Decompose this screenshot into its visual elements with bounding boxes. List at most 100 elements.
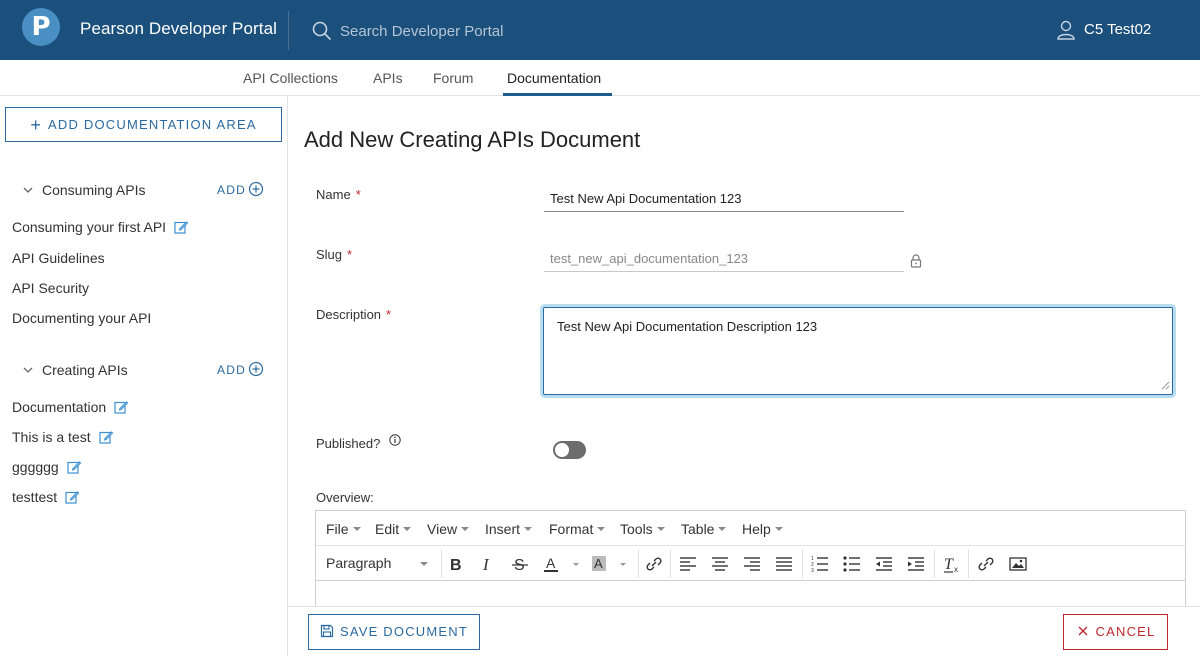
- slug-field[interactable]: [544, 246, 904, 272]
- dropdown-caret-icon: [403, 527, 412, 531]
- svg-text:I: I: [482, 555, 490, 573]
- chevron-down-icon[interactable]: [420, 562, 428, 566]
- chevron-down-icon[interactable]: [22, 364, 34, 376]
- published-toggle[interactable]: [553, 441, 586, 459]
- menu-format[interactable]: Format: [549, 521, 606, 537]
- sidebar-group-consuming-apis[interactable]: Consuming APIs ADD: [22, 181, 272, 202]
- sidebar-item-api-guidelines[interactable]: API Guidelines: [12, 250, 105, 266]
- add-document-link[interactable]: ADD: [217, 363, 246, 377]
- user-menu-name[interactable]: C5 Test02: [1084, 21, 1151, 38]
- edit-icon[interactable]: [174, 220, 189, 234]
- dropdown-caret-icon: [656, 527, 665, 531]
- name-field[interactable]: [544, 186, 904, 212]
- add-circle-icon[interactable]: [248, 181, 264, 197]
- active-tab-indicator: [503, 93, 612, 96]
- description-label-text: Description: [316, 307, 382, 322]
- italic-icon[interactable]: I: [478, 555, 498, 573]
- bullet-list-icon[interactable]: [842, 555, 862, 573]
- unlink-icon[interactable]: [976, 555, 996, 573]
- top-navigation-bar: P Pearson Developer Portal C5 Test02: [0, 0, 1200, 60]
- portal-title[interactable]: Pearson Developer Portal: [80, 19, 277, 39]
- overview-field-label: Overview:: [316, 490, 374, 505]
- user-icon[interactable]: [1056, 20, 1076, 40]
- info-icon[interactable]: [389, 434, 401, 446]
- sidebar-item-gggggg[interactable]: gggggg: [12, 459, 81, 475]
- save-icon: [320, 624, 334, 638]
- sidebar-item-this-is-a-test[interactable]: This is a test: [12, 429, 113, 445]
- align-left-icon[interactable]: [678, 555, 698, 573]
- cancel-label: CANCEL: [1095, 624, 1156, 639]
- link-icon[interactable]: [644, 555, 664, 573]
- background-color-icon[interactable]: A: [590, 555, 610, 573]
- align-right-icon[interactable]: [742, 555, 762, 573]
- name-field-label: Name *: [316, 187, 361, 202]
- menu-view[interactable]: View: [427, 521, 470, 537]
- menu-tools[interactable]: Tools: [620, 521, 665, 537]
- outdent-icon[interactable]: [874, 555, 894, 573]
- menu-label: Help: [742, 521, 771, 537]
- slug-label-text: Slug: [316, 247, 343, 262]
- tab-forum[interactable]: Forum: [433, 70, 473, 86]
- align-justify-icon[interactable]: [774, 555, 794, 573]
- resize-grip-icon[interactable]: [1161, 381, 1170, 390]
- edit-icon[interactable]: [67, 460, 81, 474]
- menu-table[interactable]: Table: [681, 521, 727, 537]
- dropdown-caret-icon: [597, 527, 606, 531]
- menu-label: Insert: [485, 521, 521, 537]
- sidebar-item-api-security[interactable]: API Security: [12, 280, 89, 296]
- dropdown-caret-icon: [524, 527, 533, 531]
- dropdown-caret-icon: [461, 527, 470, 531]
- dropdown-caret-icon: [718, 527, 727, 531]
- clear-formatting-icon[interactable]: Tx: [942, 555, 962, 573]
- align-center-icon[interactable]: [710, 555, 730, 573]
- add-circle-icon[interactable]: [248, 361, 264, 377]
- save-document-button[interactable]: SAVE DOCUMENT: [308, 614, 480, 650]
- menu-help[interactable]: Help: [742, 521, 783, 537]
- menu-file[interactable]: File: [326, 521, 361, 537]
- description-textarea[interactable]: Test New Api Documentation Description 1…: [543, 307, 1173, 395]
- sidebar-item-documenting-your-api[interactable]: Documenting your API: [12, 310, 151, 326]
- save-document-label: SAVE DOCUMENT: [339, 624, 469, 639]
- svg-text:3: 3: [811, 568, 814, 573]
- indent-icon[interactable]: [906, 555, 926, 573]
- add-document-link[interactable]: ADD: [217, 183, 246, 197]
- caret-down-icon[interactable]: [617, 555, 637, 573]
- bold-icon[interactable]: B: [446, 555, 466, 573]
- overview-rich-text-editor: File Edit View Insert Format Tools Table…: [315, 510, 1186, 620]
- menu-label: Edit: [375, 521, 400, 537]
- tab-apis[interactable]: APIs: [373, 70, 403, 86]
- add-documentation-area-button[interactable]: + ADD DOCUMENTATION AREA: [5, 107, 282, 142]
- search-input[interactable]: [340, 18, 640, 44]
- tab-api-collections[interactable]: API Collections: [243, 70, 338, 86]
- edit-icon[interactable]: [65, 490, 80, 504]
- strikethrough-icon[interactable]: S: [510, 555, 530, 573]
- dropdown-caret-icon: [352, 527, 361, 531]
- sidebar-group-creating-apis[interactable]: Creating APIs ADD: [22, 361, 272, 382]
- chevron-down-icon[interactable]: [22, 184, 34, 196]
- close-icon: [1078, 626, 1087, 636]
- description-field-label: Description *: [316, 307, 391, 322]
- sidebar-item-label: Consuming your first API: [12, 219, 167, 235]
- sidebar-group-title: Consuming APIs: [42, 182, 146, 198]
- menu-label: Table: [681, 521, 715, 537]
- menu-insert[interactable]: Insert: [485, 521, 533, 537]
- edit-icon[interactable]: [114, 400, 129, 414]
- lock-icon[interactable]: [910, 254, 922, 268]
- tab-documentation[interactable]: Documentation: [507, 70, 601, 86]
- text-color-icon[interactable]: A: [542, 555, 562, 573]
- caret-down-icon[interactable]: [570, 555, 590, 573]
- menu-label: File: [326, 521, 349, 537]
- menu-edit[interactable]: Edit: [375, 521, 412, 537]
- sidebar-item-label: This is a test: [12, 429, 91, 445]
- sidebar-item-testtest[interactable]: testtest: [12, 489, 80, 505]
- cancel-button[interactable]: CANCEL: [1063, 614, 1168, 650]
- numbered-list-icon[interactable]: 123: [810, 555, 830, 573]
- sidebar-item-consuming-your-first-api[interactable]: Consuming your first API: [12, 219, 189, 235]
- image-icon[interactable]: [1008, 555, 1028, 573]
- edit-icon[interactable]: [98, 430, 113, 444]
- toolbar-divider: [441, 549, 442, 578]
- sidebar-item-documentation[interactable]: Documentation: [12, 399, 129, 415]
- sidebar-item-label: API Guidelines: [12, 250, 105, 266]
- svg-text:A: A: [546, 555, 556, 571]
- pearson-logo-icon[interactable]: P: [22, 8, 60, 46]
